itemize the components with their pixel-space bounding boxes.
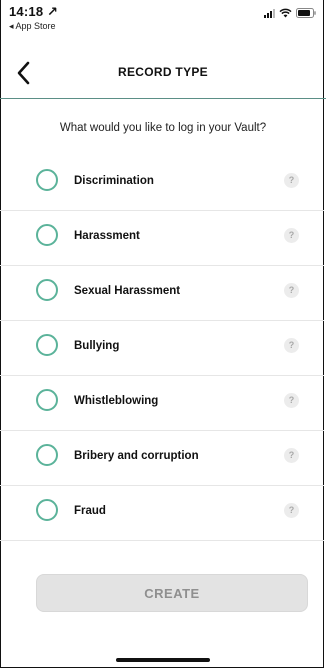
help-icon[interactable]: ? [284,448,299,463]
create-button[interactable]: CREATE [36,574,308,612]
back-to-app-link[interactable]: ◂ App Store [9,21,56,32]
prompt-text: What would you like to log in your Vault… [59,122,267,134]
option-harassment[interactable]: Harassment ? [0,211,324,266]
option-label: Harassment [74,230,140,242]
option-label: Sexual Harassment [74,285,181,297]
signal-icon [264,8,275,18]
option-label: Fraud [74,505,106,517]
navigation-header: RECORD TYPE [0,52,326,99]
radio-button[interactable] [36,444,58,466]
help-icon[interactable]: ? [284,283,299,298]
option-label: Discrimination [74,175,154,187]
help-icon[interactable]: ? [284,228,299,243]
radio-button[interactable] [36,499,58,521]
battery-icon [296,8,316,18]
option-label: Bribery and corruption [74,450,199,462]
radio-button[interactable] [36,334,58,356]
status-bar: 14:18 ↗ ◂ App Store [0,0,326,44]
option-fraud[interactable]: Fraud ? [0,486,324,541]
radio-button[interactable] [36,389,58,411]
radio-button[interactable] [36,279,58,301]
wifi-icon [279,8,292,18]
home-indicator[interactable] [116,658,210,662]
option-label: Bullying [74,340,120,352]
status-time: 14:18 ↗ [9,4,59,19]
option-bullying[interactable]: Bullying ? [0,321,324,376]
record-type-list: Discrimination ? Harassment ? Sexual Har… [0,156,324,541]
help-icon[interactable]: ? [284,393,299,408]
help-icon[interactable]: ? [284,338,299,353]
option-label: Whistleblowing [74,395,159,407]
option-bribery-and-corruption[interactable]: Bribery and corruption ? [0,431,324,486]
option-whistleblowing[interactable]: Whistleblowing ? [0,376,324,431]
help-icon[interactable]: ? [284,503,299,518]
status-icons [264,8,316,18]
help-icon[interactable]: ? [284,173,299,188]
radio-button[interactable] [36,224,58,246]
page-title: RECORD TYPE [118,65,208,79]
radio-button[interactable] [36,169,58,191]
option-sexual-harassment[interactable]: Sexual Harassment ? [0,266,324,321]
option-discrimination[interactable]: Discrimination ? [0,156,324,211]
